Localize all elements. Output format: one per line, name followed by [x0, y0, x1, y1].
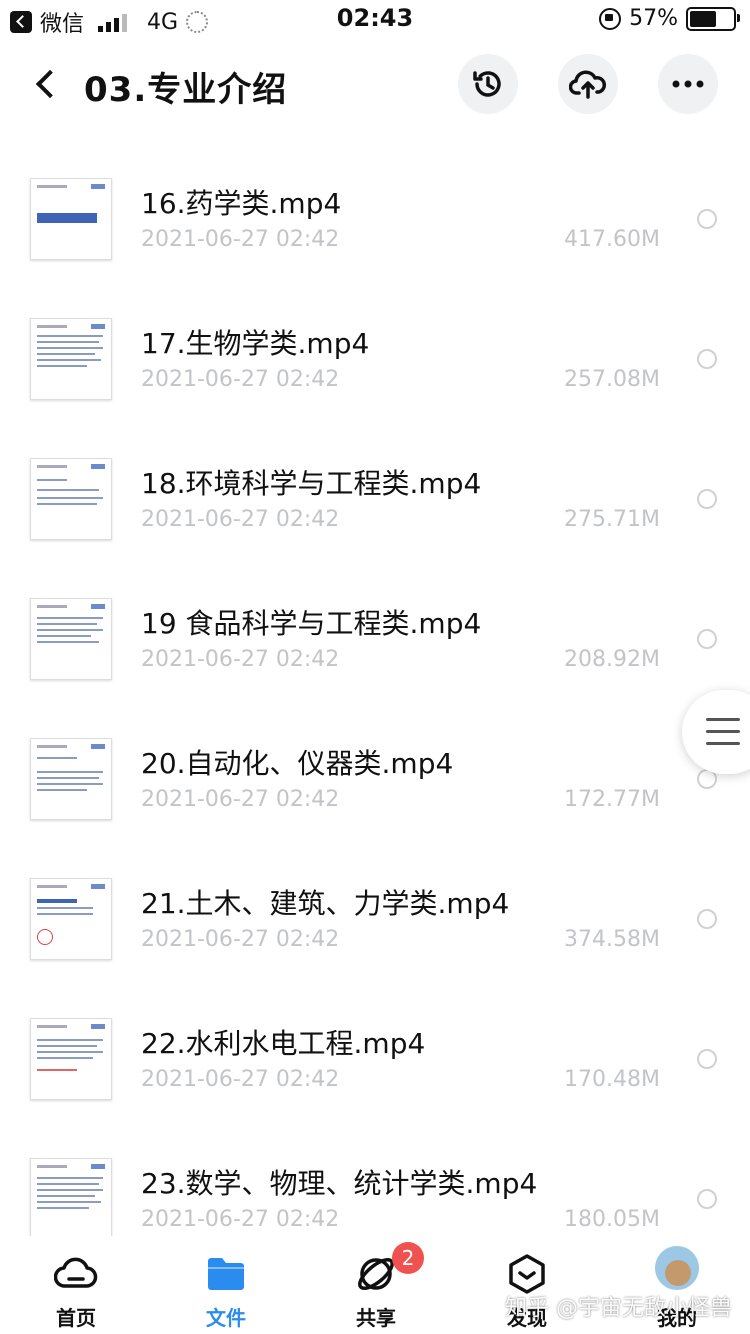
tab-home[interactable]: 首页 [16, 1246, 136, 1334]
page-title: 03.专业介绍 [84, 70, 288, 110]
file-date: 2021-06-27 02:42 [141, 1067, 340, 1092]
file-name: 17.生物学类.mp4 [141, 327, 370, 360]
tab-label: 文件 [206, 1306, 246, 1330]
video-thumbnail [30, 738, 112, 820]
battery-icon [686, 6, 740, 31]
battery-fill [690, 10, 717, 27]
file-size: 208.92M [564, 647, 660, 672]
file-date: 2021-06-27 02:42 [141, 507, 340, 532]
select-radio[interactable] [697, 209, 717, 229]
rotation-lock-icon [599, 7, 622, 30]
file-date: 2021-06-27 02:42 [141, 647, 340, 672]
file-name: 19 食品科学与工程类.mp4 [141, 607, 482, 640]
video-thumbnail [30, 1018, 112, 1100]
upload-button[interactable] [558, 54, 618, 114]
home-cloud-icon [54, 1257, 98, 1288]
list-item[interactable]: 22.水利水电工程.mp4 2021-06-27 02:42 170.48M [0, 970, 750, 1110]
video-thumbnail [30, 598, 112, 680]
list-item[interactable]: 17.生物学类.mp4 2021-06-27 02:42 257.08M [0, 270, 750, 410]
history-button[interactable] [458, 54, 518, 114]
select-radio[interactable] [697, 909, 717, 929]
tab-label: 共享 [356, 1306, 396, 1330]
list-item[interactable]: 19 食品科学与工程类.mp4 2021-06-27 02:42 208.92M [0, 550, 750, 690]
more-button[interactable] [658, 54, 718, 114]
list-item[interactable]: 21.土木、建筑、力学类.mp4 2021-06-27 02:42 374.58… [0, 830, 750, 970]
list-item[interactable]: 23.数学、物理、统计学类.mp4 2021-06-27 02:42 180.0… [0, 1110, 750, 1250]
file-date: 2021-06-27 02:42 [141, 787, 340, 812]
file-size: 170.48M [564, 1067, 660, 1092]
back-button[interactable] [28, 64, 64, 104]
video-thumbnail [30, 878, 112, 960]
file-name: 22.水利水电工程.mp4 [141, 1027, 426, 1060]
more-dots-icon [672, 80, 704, 88]
select-radio[interactable] [697, 349, 717, 369]
video-thumbnail [30, 318, 112, 400]
file-size: 417.60M [564, 227, 660, 252]
status-right: 57% [599, 6, 740, 31]
menu-line [706, 718, 740, 721]
history-icon [473, 71, 501, 97]
file-size: 180.05M [564, 1207, 660, 1232]
video-thumbnail [30, 458, 112, 540]
nav-header: 03.专业介绍 [0, 50, 750, 120]
file-name: 21.土木、建筑、力学类.mp4 [141, 887, 510, 920]
select-radio[interactable] [697, 1189, 717, 1209]
file-date: 2021-06-27 02:42 [141, 927, 340, 952]
file-name: 18.环境科学与工程类.mp4 [141, 467, 482, 500]
file-name: 16.药学类.mp4 [141, 187, 342, 220]
list-item[interactable]: 20.自动化、仪器类.mp4 2021-06-27 02:42 172.77M [0, 690, 750, 830]
tab-label: 首页 [56, 1306, 96, 1330]
file-size: 374.58M [564, 927, 660, 952]
file-size: 257.08M [564, 367, 660, 392]
watermark: 知乎 @宇宙无敌小怪兽 [505, 1296, 732, 1321]
battery-percent: 57% [629, 6, 678, 31]
menu-line [706, 742, 740, 745]
avatar[interactable] [655, 1246, 699, 1290]
select-radio[interactable] [697, 1049, 717, 1069]
select-radio[interactable] [697, 489, 717, 509]
list-item[interactable]: 16.药学类.mp4 2021-06-27 02:42 417.60M [0, 130, 750, 270]
cloud-upload-icon [569, 70, 606, 99]
folder-icon [208, 1258, 244, 1290]
file-size: 275.71M [564, 507, 660, 532]
status-bar: 微信 4G 02:43 57% [0, 0, 750, 40]
tab-files[interactable]: 文件 [166, 1246, 286, 1334]
menu-line [706, 730, 740, 733]
file-name: 20.自动化、仪器类.mp4 [141, 747, 454, 780]
video-thumbnail [30, 1158, 112, 1240]
file-size: 172.77M [564, 787, 660, 812]
file-date: 2021-06-27 02:42 [141, 227, 340, 252]
file-date: 2021-06-27 02:42 [141, 1207, 340, 1232]
list-item[interactable]: 18.环境科学与工程类.mp4 2021-06-27 02:42 275.71M [0, 410, 750, 550]
select-radio[interactable] [697, 629, 717, 649]
file-date: 2021-06-27 02:42 [141, 367, 340, 392]
video-thumbnail [30, 178, 112, 260]
file-name: 23.数学、物理、统计学类.mp4 [141, 1167, 538, 1200]
share-badge: 2 [392, 1242, 424, 1274]
